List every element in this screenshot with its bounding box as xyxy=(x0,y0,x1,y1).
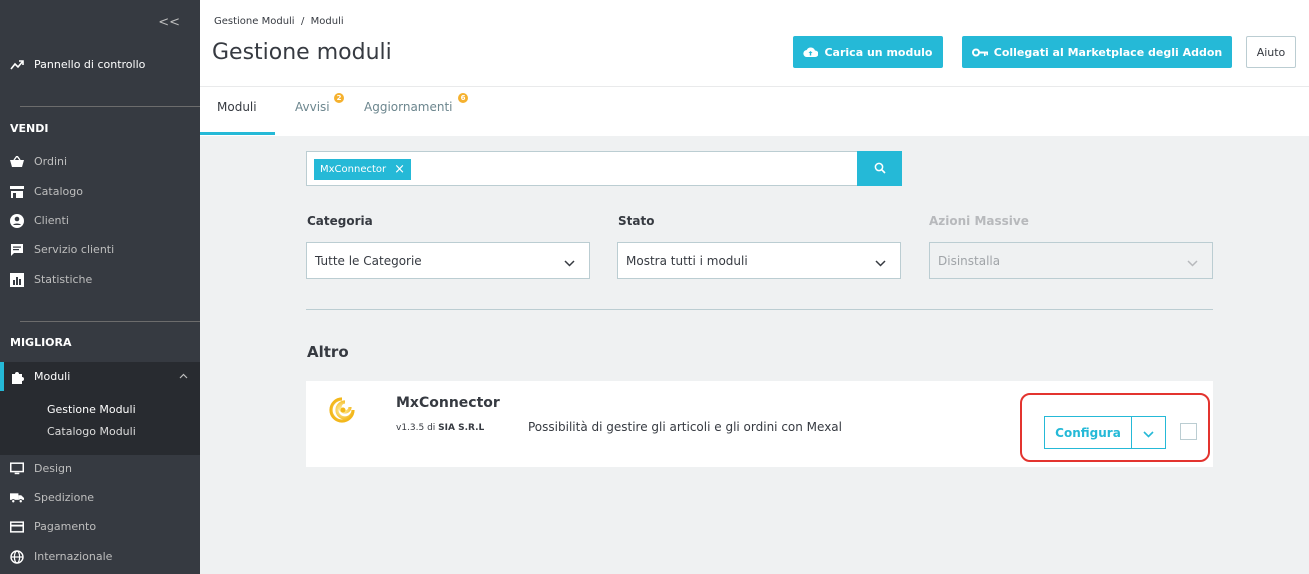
sidebar-subitem-module-catalog[interactable]: Catalogo Moduli xyxy=(0,421,200,443)
sidebar-item-catalog[interactable]: Catalogo xyxy=(0,177,200,206)
sidebar-item-label: Catalogo xyxy=(34,185,83,198)
module-author: SIA S.R.L xyxy=(438,423,485,433)
sidebar-item-label: Internazionale xyxy=(34,550,113,563)
sidebar: << Pannello di controllo VENDI Ordini Ca… xyxy=(0,0,200,574)
desktop-icon xyxy=(10,462,24,476)
sidebar-item-label: Spedizione xyxy=(34,491,95,504)
sidebar-item-label: Ordini xyxy=(34,155,68,168)
marketplace-connect-button[interactable]: Collegati al Marketplace degli Addon xyxy=(962,36,1232,68)
module-description: Possibilità di gestire gli articoli e gl… xyxy=(528,420,842,434)
sidebar-item-label: Servizio clienti xyxy=(34,243,115,256)
sidebar-submenu-modules: Gestione Moduli Catalogo Moduli xyxy=(0,391,200,455)
sidebar-item-label: Clienti xyxy=(34,214,69,227)
page-title: Gestione moduli xyxy=(212,40,392,65)
sidebar-item-label: Moduli xyxy=(34,370,71,383)
puzzle-icon xyxy=(10,370,24,384)
help-button[interactable]: Aiuto xyxy=(1246,36,1296,68)
bulk-actions-select: Disinstalla xyxy=(929,242,1213,279)
search-tag-label: MxConnector xyxy=(320,164,387,175)
sidebar-item-label: Pannello di controllo xyxy=(34,58,146,71)
updates-count-badge: 6 xyxy=(458,93,468,103)
key-icon xyxy=(971,48,988,57)
trending-up-icon xyxy=(10,58,24,72)
remove-tag-icon[interactable]: × xyxy=(394,162,405,177)
module-row: MxConnector v1.3.5 di SIA S.R.L Possibil… xyxy=(306,381,1213,467)
tab-modules[interactable]: Moduli xyxy=(217,100,257,114)
chart-icon xyxy=(10,272,24,287)
sidebar-item-shipping[interactable]: Spedizione xyxy=(0,483,200,512)
cloud-upload-icon xyxy=(803,46,819,58)
sidebar-item-label: Statistiche xyxy=(34,273,93,286)
sidebar-item-label: Pagamento xyxy=(34,520,97,533)
truck-icon xyxy=(10,491,24,505)
sidebar-item-modules[interactable]: Moduli xyxy=(0,362,200,391)
globe-icon xyxy=(10,549,24,564)
sidebar-item-dashboard[interactable]: Pannello di controllo xyxy=(0,50,200,79)
search-button[interactable] xyxy=(857,151,902,186)
page-header: Gestione Moduli / Moduli Gestione moduli… xyxy=(200,0,1309,136)
upload-module-label: Carica un modulo xyxy=(824,45,933,59)
module-logo xyxy=(328,396,356,424)
chevron-down-icon xyxy=(564,256,575,270)
chevron-up-icon xyxy=(179,369,188,382)
sidebar-item-customer-service[interactable]: Servizio clienti xyxy=(0,235,200,264)
store-icon xyxy=(10,185,24,199)
tab-label: Aggiornamenti xyxy=(364,100,453,114)
sidebar-item-international[interactable]: Internazionale xyxy=(0,542,200,571)
sidebar-section-improve: MIGLIORA xyxy=(10,336,72,349)
sidebar-item-payment[interactable]: Pagamento xyxy=(0,512,200,541)
chat-icon xyxy=(10,243,24,257)
tabs-divider xyxy=(200,86,1309,87)
basket-icon xyxy=(10,155,24,169)
module-version: v1.3.5 di SIA S.R.L xyxy=(396,423,484,433)
category-section-title: Altro xyxy=(307,343,349,361)
category-select[interactable]: Tutte le Categorie xyxy=(306,242,590,279)
category-filter-label: Categoria xyxy=(307,214,373,228)
sidebar-item-label: Design xyxy=(34,462,72,475)
search-tag: MxConnector × xyxy=(314,159,412,180)
chevron-down-icon xyxy=(1187,256,1198,270)
status-filter-label: Stato xyxy=(618,214,655,228)
upload-module-button[interactable]: Carica un modulo xyxy=(793,36,943,68)
card-icon xyxy=(10,520,24,534)
sidebar-item-orders[interactable]: Ordini xyxy=(0,147,200,176)
tab-alerts[interactable]: Avvisi xyxy=(295,100,330,114)
tab-label: Avvisi xyxy=(295,100,330,114)
sidebar-divider xyxy=(20,321,200,322)
alerts-count-badge: 2 xyxy=(334,93,344,103)
marketplace-connect-label: Collegati al Marketplace degli Addon xyxy=(993,45,1223,59)
chevron-down-icon xyxy=(1143,423,1154,442)
active-tab-indicator xyxy=(200,132,275,135)
module-version-text: v1.3.5 di xyxy=(396,423,439,433)
section-divider xyxy=(306,309,1213,310)
sidebar-section-sell: VENDI xyxy=(10,122,49,135)
configure-button[interactable]: Configura xyxy=(1044,416,1132,449)
module-select-checkbox[interactable] xyxy=(1180,423,1197,440)
bulk-actions-value: Disinstalla xyxy=(938,253,1001,268)
sidebar-divider xyxy=(20,106,200,107)
module-search-input[interactable]: MxConnector × xyxy=(306,151,858,186)
chevron-down-icon xyxy=(875,256,886,270)
module-actions-dropdown[interactable] xyxy=(1131,416,1166,449)
active-marker xyxy=(0,362,4,391)
module-name: MxConnector xyxy=(396,395,500,411)
bulk-actions-label: Azioni Massive xyxy=(929,214,1029,228)
status-select[interactable]: Mostra tutti i moduli xyxy=(617,242,901,279)
sidebar-item-customers[interactable]: Clienti xyxy=(0,206,200,235)
collapse-sidebar-button[interactable]: << xyxy=(158,15,180,30)
search-icon xyxy=(874,159,886,178)
sidebar-item-stats[interactable]: Statistiche xyxy=(0,265,200,294)
tab-updates[interactable]: Aggiornamenti xyxy=(364,100,453,114)
sidebar-item-design[interactable]: Design xyxy=(0,454,200,483)
status-select-value: Mostra tutti i moduli xyxy=(626,253,748,268)
sidebar-subitem-module-manager[interactable]: Gestione Moduli xyxy=(0,399,200,421)
category-select-value: Tutte le Categorie xyxy=(315,253,422,268)
breadcrumb: Gestione Moduli / Moduli xyxy=(214,16,344,27)
account-icon xyxy=(10,213,24,228)
